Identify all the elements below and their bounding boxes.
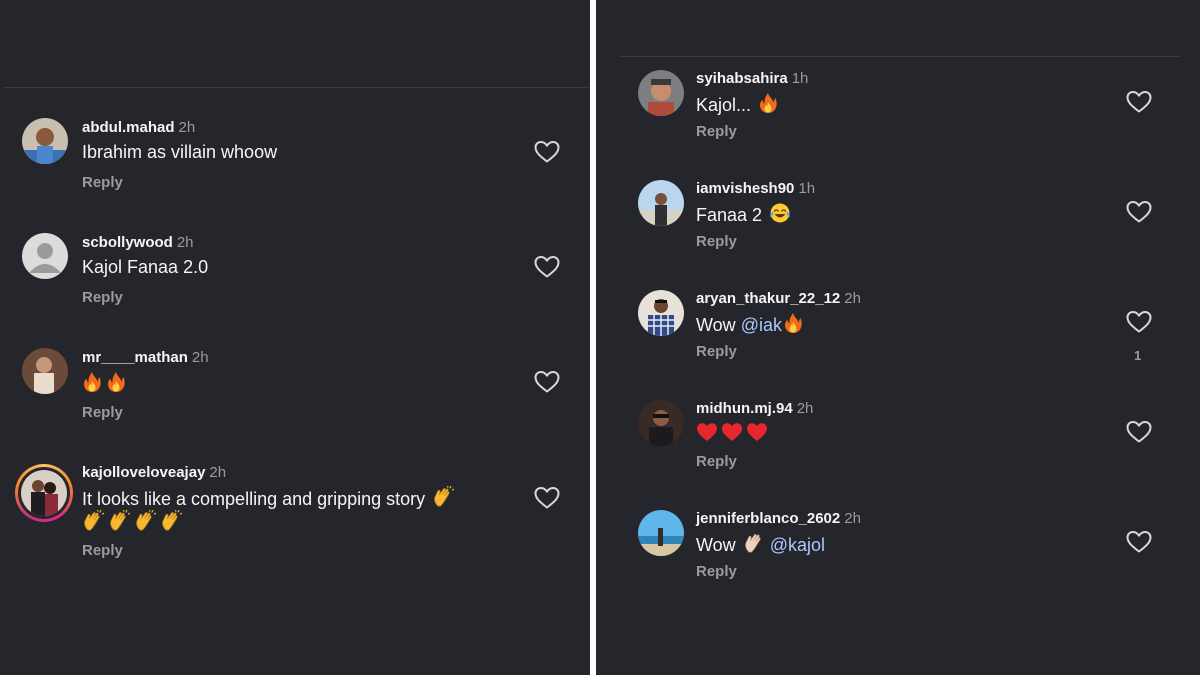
- fire-emoji: [82, 371, 102, 393]
- comment-item: iamvishesh90 1h Fanaa 2 Reply: [596, 170, 1200, 280]
- heart-outline-icon[interactable]: [534, 486, 560, 510]
- fire-emoji: [783, 312, 803, 334]
- comment-header: iamvishesh90 1h: [696, 180, 815, 198]
- heart-outline-icon[interactable]: [534, 255, 560, 279]
- clapping-hands-emoji: [82, 510, 104, 532]
- comment-header: midhun.mj.94 2h: [696, 400, 813, 418]
- timestamp: 2h: [178, 119, 196, 136]
- comment-item: aryan_thakur_22_12 2h Wow @iak Reply 1: [596, 280, 1200, 390]
- comment-item: mr____mathan 2h Reply: [0, 340, 590, 450]
- comments-panel-left: abdul.mahad 2h Ibrahim as villain whoow R…: [0, 0, 590, 675]
- username[interactable]: abdul.mahad: [82, 119, 175, 136]
- comment-item: midhun.mj.94 2h Reply: [596, 390, 1200, 500]
- avatar[interactable]: [638, 400, 684, 446]
- timestamp: 1h: [798, 180, 816, 197]
- comment-header: kajolloveloveajay 2h: [82, 464, 226, 482]
- comment-header: abdul.mahad 2h: [82, 119, 195, 137]
- reply-button[interactable]: Reply: [696, 343, 737, 360]
- comment-text: Wow @iak: [696, 312, 803, 337]
- avatar[interactable]: [638, 290, 684, 336]
- timestamp: 2h: [191, 349, 209, 366]
- timestamp: 2h: [209, 464, 227, 481]
- comment-header: scbollywood 2h: [82, 234, 194, 252]
- comment-text: Fanaa 2: [696, 202, 791, 227]
- avatar-with-story-ring[interactable]: [15, 464, 73, 522]
- username[interactable]: aryan_thakur_22_12: [696, 290, 840, 307]
- clapping-hands-emoji: [134, 510, 156, 532]
- comment-text: Ibrahim as villain whoow: [82, 142, 278, 162]
- username[interactable]: jenniferblanco_2602: [696, 510, 840, 527]
- timestamp: 1h: [791, 70, 809, 87]
- username[interactable]: scbollywood: [82, 234, 173, 251]
- reply-button[interactable]: Reply: [696, 563, 737, 580]
- red-heart-emoji: [721, 422, 743, 442]
- comment-header: syihabsahira 1h: [696, 70, 808, 88]
- heart-outline-icon[interactable]: [1126, 200, 1152, 224]
- comment-item: kajolloveloveajay 2h It looks like a comp…: [0, 455, 590, 585]
- clapping-hands-emoji: [743, 532, 765, 554]
- reply-button[interactable]: Reply: [696, 123, 737, 140]
- comments-panel-right: syihabsahira 1h Kajol... Reply iamvishesh…: [596, 0, 1200, 675]
- reply-button[interactable]: Reply: [82, 542, 123, 559]
- timestamp: 2h: [176, 234, 194, 251]
- reply-button[interactable]: Reply: [82, 174, 123, 191]
- clapping-hands-emoji: [108, 510, 130, 532]
- comment-text: [82, 371, 126, 396]
- clapping-hands-emoji: [432, 486, 454, 508]
- reply-button[interactable]: Reply: [696, 453, 737, 470]
- comment-item: scbollywood 2h Kajol Fanaa 2.0 Reply: [0, 225, 590, 335]
- avatar[interactable]: [638, 510, 684, 556]
- comment-text: Kajol Fanaa 2.0: [82, 257, 209, 277]
- comment-item: syihabsahira 1h Kajol... Reply: [596, 60, 1200, 170]
- fire-emoji: [758, 92, 778, 114]
- heart-outline-icon[interactable]: [534, 140, 560, 164]
- comment-text-continued: [82, 510, 182, 535]
- heart-outline-icon[interactable]: [534, 370, 560, 394]
- timestamp: 2h: [796, 400, 814, 417]
- reply-button[interactable]: Reply: [696, 233, 737, 250]
- username[interactable]: syihabsahira: [696, 70, 788, 87]
- avatar[interactable]: [638, 70, 684, 116]
- fire-emoji: [106, 371, 126, 393]
- default-avatar-icon[interactable]: [22, 233, 68, 279]
- comment-header: aryan_thakur_22_12 2h: [696, 290, 861, 308]
- comment-text: Wow @kajol: [696, 532, 825, 557]
- heart-outline-icon[interactable]: [1126, 310, 1152, 334]
- avatar[interactable]: [22, 118, 68, 164]
- comment-text: [696, 422, 768, 445]
- reply-button[interactable]: Reply: [82, 289, 123, 306]
- comment-text: It looks like a compelling and gripping …: [82, 486, 454, 511]
- username[interactable]: iamvishesh90: [696, 180, 794, 197]
- heart-outline-icon[interactable]: [1126, 420, 1152, 444]
- tears-of-joy-emoji: [769, 202, 791, 224]
- username[interactable]: kajolloveloveajay: [82, 464, 205, 481]
- comment-item: abdul.mahad 2h Ibrahim as villain whoow R…: [0, 110, 590, 220]
- divider: [620, 56, 1180, 57]
- red-heart-emoji: [746, 422, 768, 442]
- comment-text: Kajol...: [696, 92, 778, 117]
- comment-header: jenniferblanco_2602 2h: [696, 510, 861, 528]
- username[interactable]: mr____mathan: [82, 349, 188, 366]
- avatar[interactable]: [22, 348, 68, 394]
- mention-link[interactable]: @kajol: [770, 535, 825, 555]
- timestamp: 2h: [844, 510, 861, 527]
- divider: [4, 87, 590, 88]
- reply-button[interactable]: Reply: [82, 404, 123, 421]
- username[interactable]: midhun.mj.94: [696, 400, 793, 417]
- avatar[interactable]: [638, 180, 684, 226]
- timestamp: 2h: [844, 290, 861, 307]
- heart-outline-icon[interactable]: [1126, 530, 1152, 554]
- heart-outline-icon[interactable]: [1126, 90, 1152, 114]
- red-heart-emoji: [696, 422, 718, 442]
- clapping-hands-emoji: [160, 510, 182, 532]
- like-count: 1: [1134, 348, 1142, 363]
- mention-link[interactable]: @iak: [741, 315, 782, 335]
- comment-header: mr____mathan 2h: [82, 349, 209, 367]
- screenshot-collage: abdul.mahad 2h Ibrahim as villain whoow R…: [0, 0, 1200, 675]
- comment-item: jenniferblanco_2602 2h Wow @kajol Reply: [596, 500, 1200, 610]
